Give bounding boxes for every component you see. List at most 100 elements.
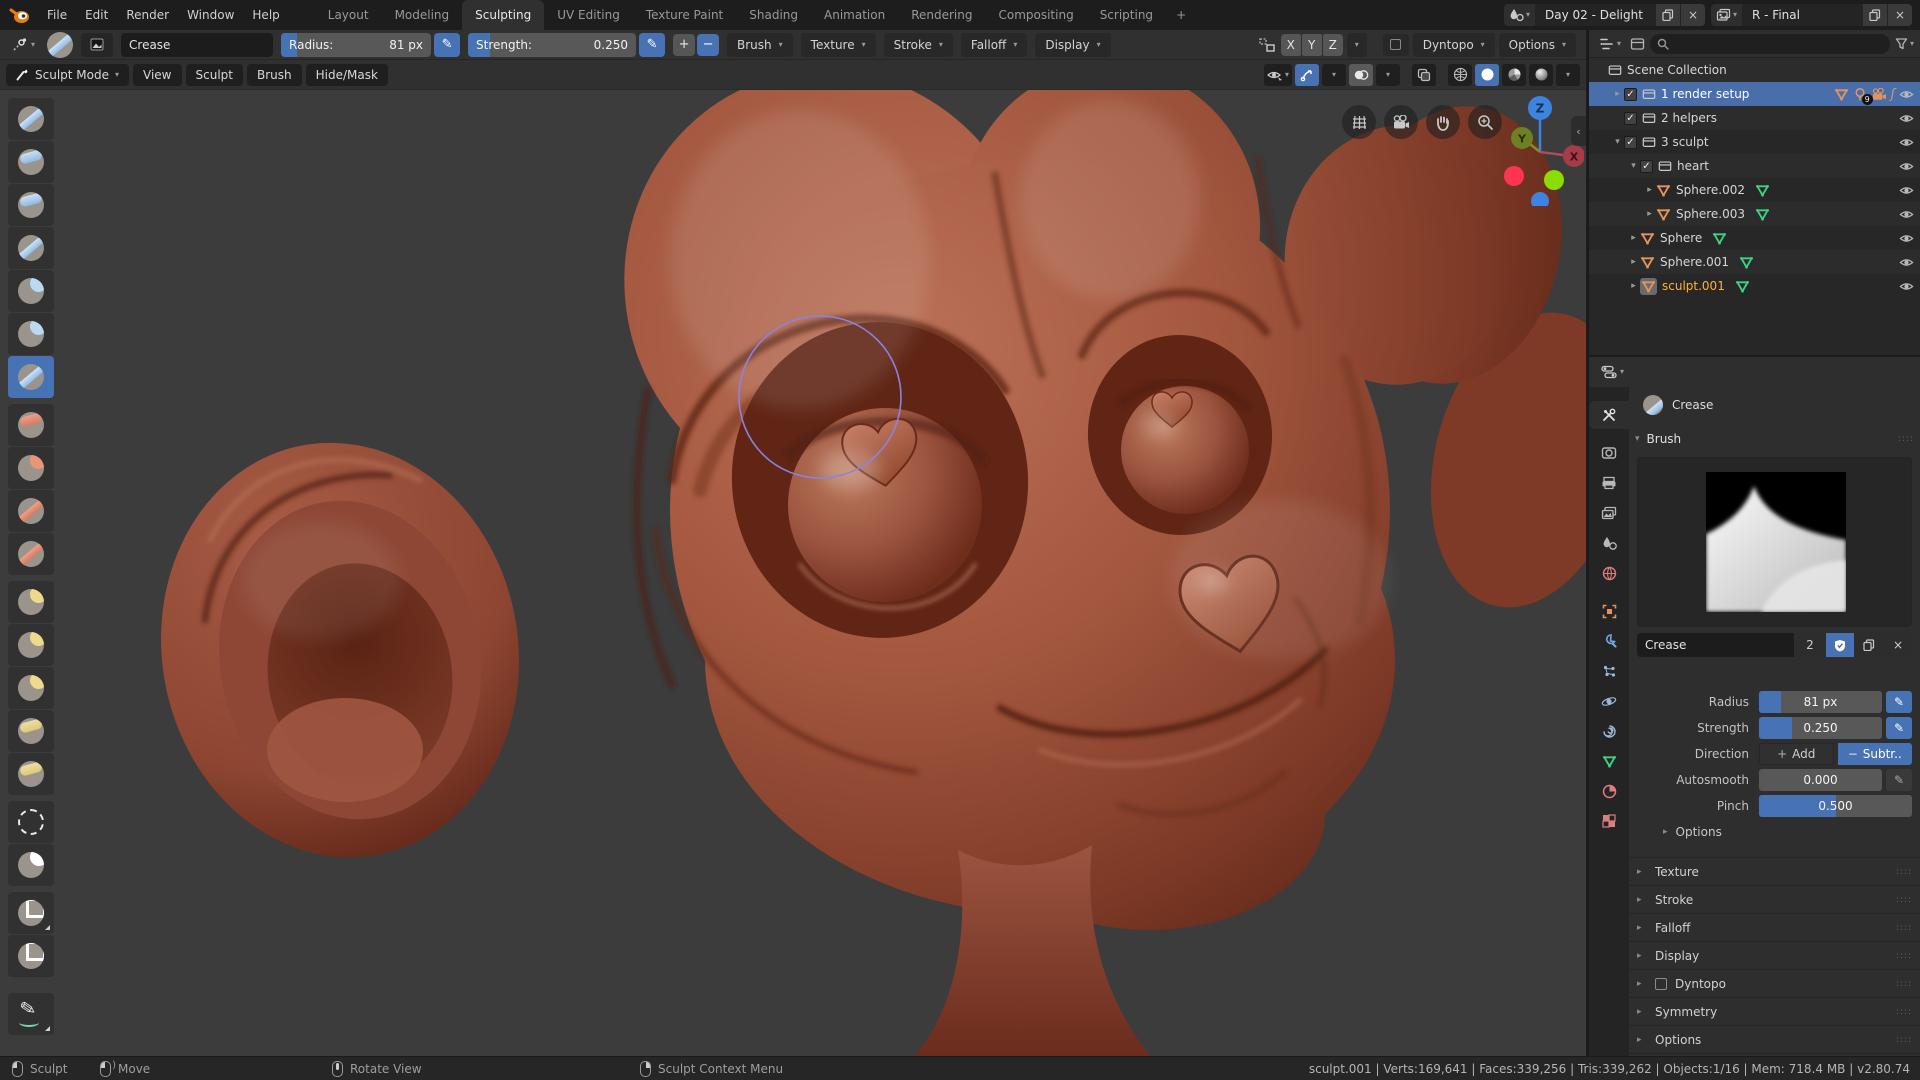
properties-tab-world[interactable] [1589,559,1629,587]
brush-name-field[interactable]: Crease [1637,633,1794,657]
tool-smooth-button[interactable] [8,404,54,446]
brush-users-count[interactable]: 2 [1795,633,1825,657]
properties-tab-scene[interactable] [1589,529,1629,557]
direction-subtract-button[interactable]: − [697,33,720,56]
properties-tab-texture[interactable] [1589,807,1629,835]
outliner-row-sculpt-001[interactable]: ▸ sculpt.001 [1589,274,1920,298]
3d-viewport[interactable]: Sculpt Mode ▾ View Sculpt Brush Hide/Mask ▾ … [0,60,1586,1056]
eye-icon[interactable] [1899,255,1914,270]
brush-panel-header[interactable]: ▾ Brush :::: [1635,427,1914,451]
workspace-tab-compositing[interactable]: Compositing [985,0,1086,30]
tool-thumb-button[interactable] [8,667,54,709]
outliner-item-label[interactable]: Sphere.001 [1660,255,1729,269]
expand-arrow-icon[interactable]: ▸ [1611,89,1624,99]
viewport-menu-brush[interactable]: Brush [246,63,302,86]
eye-icon[interactable] [1899,279,1914,294]
tool-snake-hook-button[interactable] [8,624,54,666]
shading-rendered-button[interactable] [1529,63,1553,86]
outliner-row-3-sculpt[interactable]: ▾ ✓ 3 sculpt [1589,130,1920,154]
view-layer-remove-button[interactable]: × [1888,4,1912,26]
direction-subtr-button[interactable]: − Subtr.. [1837,743,1912,765]
menu-help[interactable]: Help [243,8,288,22]
tool-box-mask-button[interactable] [8,935,54,977]
viewport-menu-view[interactable]: View [133,63,182,86]
tool-clay-strips-button[interactable] [8,184,54,226]
panel-symmetry-header[interactable]: ▸ Symmetry:::: [1629,997,1920,1025]
outliner-row-heart[interactable]: ▾ ✓ heart [1589,154,1920,178]
xray-toggle[interactable] [1412,63,1436,86]
panel-drag-handle[interactable]: :::: [1896,951,1912,961]
workspace-tab-rendering[interactable]: Rendering [898,0,985,30]
properties-tab-object[interactable] [1589,597,1629,625]
properties-tab-particles[interactable] [1589,657,1629,685]
panel-drag-handle[interactable]: :::: [1896,1035,1912,1045]
autosmooth-pressure-toggle[interactable]: ✎ [1886,769,1912,791]
tool-layer-button[interactable] [8,227,54,269]
outliner-item-label[interactable]: Sphere.003 [1676,207,1745,221]
gizmos-dropdown[interactable]: ▾ [1322,63,1346,86]
tool-annotate-button[interactable] [8,993,54,1035]
options-subpanel-header[interactable]: ▸ Options [1663,825,1722,839]
outliner-row-1-render-setup[interactable]: ▸ ✓ 1 render setup 9 ʃ [1589,82,1920,106]
tool-grab-button[interactable] [8,581,54,623]
outliner-item-label[interactable]: 2 helpers [1661,111,1717,125]
menu-edit[interactable]: Edit [76,8,117,22]
tool-rotate-button[interactable] [8,753,54,795]
brush-thumbnail-button[interactable] [81,32,114,57]
mode-selector[interactable]: Sculpt Mode ▾ [6,63,130,86]
pinch-slider[interactable]: 0.500 [1759,795,1912,817]
scene-name-field[interactable]: Day 02 - Delight [1534,4,1655,26]
perspective-grid-button[interactable] [1342,105,1376,139]
tool-scrape-button[interactable] [8,490,54,532]
panel-display-header[interactable]: ▸ Display:::: [1629,941,1920,969]
outliner-item-label[interactable]: 1 render setup [1661,87,1749,101]
dyntopo-checkbox[interactable] [1655,977,1667,990]
outliner-row-scene-collection[interactable]: Scene Collection [1589,58,1920,82]
menu-render[interactable]: Render [117,8,178,22]
strength-slider[interactable]: 0.250 [1759,717,1882,739]
outliner-item-label[interactable]: sculpt.001 [1662,279,1725,293]
strength-pressure-toggle[interactable]: ✎ [1886,717,1912,739]
panel-drag-handle[interactable]: :::: [1896,895,1912,905]
collection-checkbox[interactable]: ✓ [1624,111,1637,125]
workspace-tab-sculpting[interactable]: Sculpting [462,0,545,30]
viewport-menu-hide-mask[interactable]: Hide/Mask [305,63,388,86]
panel-options-header[interactable]: ▸ Options:::: [1629,1025,1920,1053]
eye-icon[interactable] [1899,135,1914,150]
symmetry-dropdown[interactable]: ▾ [1346,32,1367,57]
workspace-tab-scripting[interactable]: Scripting [1087,0,1166,30]
object-visibility-dropdown[interactable]: ▾ [1263,63,1292,86]
workspace-tab-layout[interactable]: Layout [315,0,382,30]
outliner-search-input[interactable] [1650,33,1890,54]
tool-nudge-button[interactable] [8,710,54,752]
shading-material-button[interactable] [1502,63,1526,86]
tool-inflate-button[interactable] [8,270,54,312]
shading-wireframe-button[interactable] [1448,63,1472,86]
tool-simplify-button[interactable] [8,801,54,843]
direction-add-button[interactable]: + Add [1759,743,1834,765]
brush-name-field[interactable]: Crease [121,32,274,57]
sidebar-collapse-tab[interactable]: ‹ [1571,116,1586,146]
outliner-display-mode-button[interactable] [1630,37,1645,51]
blender-logo-icon[interactable] [8,6,30,24]
outliner-item-label[interactable]: Sphere.002 [1676,183,1745,197]
tool-clay-button[interactable] [8,141,54,183]
tool-menu-display[interactable]: Display ▾ [1035,32,1111,57]
eye-icon[interactable] [1899,87,1914,102]
pan-view-button[interactable] [1426,105,1460,139]
outliner-row-2-helpers[interactable]: ✓ 2 helpers [1589,106,1920,130]
panel-stroke-header[interactable]: ▸ Stroke:::: [1629,885,1920,913]
expand-arrow-icon[interactable]: ▾ [1611,137,1624,147]
outliner-item-label[interactable]: Sphere [1660,231,1702,245]
collection-checkbox[interactable]: ✓ [1624,87,1637,101]
outliner-row-sphere-002[interactable]: ▸ Sphere.002 [1589,178,1920,202]
workspace-tab-animation[interactable]: Animation [811,0,898,30]
expand-arrow-icon[interactable]: ▸ [1627,233,1640,243]
fake-user-shield-button[interactable] [1826,633,1854,657]
strength-pressure-toggle[interactable]: ✎ [639,32,666,57]
eye-icon[interactable] [1899,111,1914,126]
expand-arrow-icon[interactable]: ▸ [1643,209,1656,219]
brush-unlink-button[interactable]: × [1884,633,1912,657]
overlays-toggle[interactable] [1349,63,1373,86]
brush-preview-image[interactable] [1706,472,1846,612]
